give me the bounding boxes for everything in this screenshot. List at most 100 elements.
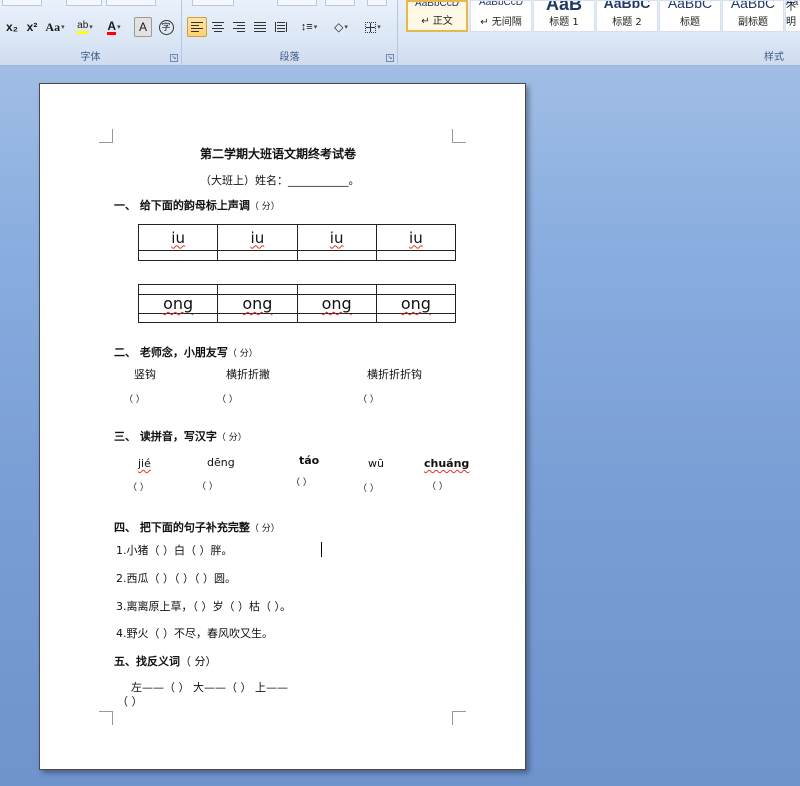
grid-cell xyxy=(296,250,377,261)
numbering-button[interactable] xyxy=(192,0,234,6)
grid-cell xyxy=(375,313,457,323)
subscript-button[interactable]: x₂ xyxy=(2,17,22,37)
align-right-icon xyxy=(233,22,245,32)
style-name: 标题 2 xyxy=(612,17,642,28)
margin-corner-mark xyxy=(452,129,466,143)
section-heading-text: 一、 给下面的韵母标上声调 xyxy=(114,199,250,212)
answer-blank: （ ） xyxy=(291,478,312,488)
stroke-label: 竖钩 xyxy=(134,368,156,381)
superscript-button[interactable]: x² xyxy=(22,17,42,37)
style-preview: AaBbCcD xyxy=(415,0,459,9)
indent-button[interactable] xyxy=(277,0,317,6)
paragraph-dialog-launcher-icon[interactable]: ↘ xyxy=(386,54,394,62)
highlight-icon: ab xyxy=(77,20,89,34)
grid-cell xyxy=(137,250,219,261)
styles-group-label: 样式 xyxy=(764,52,784,63)
grid-cell xyxy=(296,313,377,323)
pinyin-cell: iu xyxy=(296,224,377,251)
align-right-button[interactable] xyxy=(229,17,249,37)
chevron-down-icon: ▾ xyxy=(377,24,381,31)
borders-icon xyxy=(365,21,377,33)
chevron-down-icon: ▾ xyxy=(344,24,348,31)
grid-cell xyxy=(137,313,219,323)
align-left-button[interactable] xyxy=(187,17,207,37)
pinyin-prompt: dēng xyxy=(207,456,235,469)
section-heading-text: 二、 老师念，小朋友写 xyxy=(114,346,228,359)
answer-blank: （ ） xyxy=(124,395,145,405)
highlight-button[interactable]: ab ▾ xyxy=(70,17,100,37)
grid-cell xyxy=(217,313,298,323)
score-blank: （ 分） xyxy=(227,349,258,359)
change-case-label: Aa xyxy=(45,19,61,34)
style-tile-heading-2[interactable]: AaBbC 标题 2 xyxy=(596,0,658,32)
score-blank: （ 分） xyxy=(249,524,280,534)
enclose-chars-icon: 字 xyxy=(158,19,174,35)
style-name: ↵ 无间隔 xyxy=(480,17,522,28)
align-center-icon xyxy=(212,22,224,32)
change-case-button[interactable]: Aa ▾ xyxy=(42,17,68,37)
style-preview: AaBbC xyxy=(603,0,651,11)
answer-blank: （ ） xyxy=(427,482,448,492)
answer-blank: （ ） xyxy=(197,482,218,492)
distributed-icon xyxy=(275,22,287,32)
grow-font-button[interactable] xyxy=(66,0,102,6)
chevron-down-icon: ▾ xyxy=(61,24,65,31)
sort-button[interactable] xyxy=(325,0,355,6)
text-cursor xyxy=(321,542,322,557)
paint-bucket-icon: ◇ xyxy=(334,20,344,34)
style-tile-subtitle[interactable]: AaBbC 副标题 xyxy=(722,0,784,32)
stroke-label: 横折折折钩 xyxy=(367,368,422,381)
grid-cell xyxy=(375,250,457,261)
style-tile-no-spacing[interactable]: AaBbCcD ↵ 无间隔 xyxy=(470,0,532,32)
distributed-button[interactable] xyxy=(271,17,291,37)
doc-title: 第二学期大班语文期终考试卷 xyxy=(200,147,357,161)
pinyin-text: iu xyxy=(250,228,265,247)
line-spacing-icon: ↕≡ xyxy=(300,21,313,33)
pinyin-text: iu xyxy=(329,228,344,247)
show-marks-button[interactable] xyxy=(367,0,387,6)
align-center-button[interactable] xyxy=(208,17,228,37)
pinyin-text: ong xyxy=(400,294,431,313)
score-blank: （ 分） xyxy=(180,655,217,668)
borders-button[interactable]: ▾ xyxy=(358,17,388,37)
font-group-label: 字体 xyxy=(80,52,101,63)
grid-cell xyxy=(217,250,298,261)
style-name: 标题 xyxy=(680,17,700,28)
style-name: 标题 1 xyxy=(549,17,579,28)
pinyin-text: ong xyxy=(242,294,273,313)
enclose-chars-button[interactable]: 字 xyxy=(156,17,176,37)
style-name: 副标题 xyxy=(738,17,768,28)
char-shading-button[interactable]: A xyxy=(134,17,152,37)
pinyin-prompt: táo xyxy=(299,454,320,467)
sentence-line: 1.小猪（ ）白（ ）胖。 xyxy=(116,544,233,557)
grid-cell xyxy=(137,284,219,295)
style-name: 不明 xyxy=(786,2,796,28)
section-heading: 一、 给下面的韵母标上声调（ 分） xyxy=(114,199,280,214)
document-page[interactable]: 第二学期大班语文期终考试卷 （大班上）姓名：___________。 一、 给下… xyxy=(39,83,526,770)
clear-format-button[interactable] xyxy=(106,0,156,6)
section-heading-text: 四、 把下面的句子补充完整 xyxy=(114,521,250,534)
justify-icon xyxy=(254,22,266,32)
style-tile-title[interactable]: AaBbC 标题 xyxy=(659,0,721,32)
pinyin-text: iu xyxy=(171,228,185,247)
pinyin-cell: ong xyxy=(296,294,377,314)
font-size-box[interactable] xyxy=(2,0,42,6)
pinyin-text: iu xyxy=(409,228,423,247)
justify-button[interactable] xyxy=(250,17,270,37)
doc-subtitle: （大班上）姓名：___________。 xyxy=(200,174,360,187)
style-tile-normal[interactable]: AaBbCcD ↵ 正文 xyxy=(406,0,468,32)
pinyin-cell: ong xyxy=(217,294,298,314)
line-spacing-button[interactable]: ↕≡ ▾ xyxy=(294,17,324,37)
pinyin-text: ong xyxy=(321,294,352,313)
font-group: x₂ x² Aa ▾ ab ▾ A ▾ A 字 字体 ↘ xyxy=(0,0,182,66)
sentence-line: 3.离离原上草，（ ）岁（ ）枯（ ）。 xyxy=(116,600,291,613)
score-blank: （ 分） xyxy=(216,433,247,443)
chevron-down-icon: ▾ xyxy=(89,24,93,31)
style-tile-subtle[interactable]: Aa 不明 xyxy=(785,0,800,32)
font-color-button[interactable]: A ▾ xyxy=(100,17,128,37)
style-tile-heading-1[interactable]: AaB 标题 1 xyxy=(533,0,595,32)
pinyin-cell: ong xyxy=(375,294,457,314)
shading-button[interactable]: ◇ ▾ xyxy=(326,17,356,37)
font-dialog-launcher-icon[interactable]: ↘ xyxy=(170,54,178,62)
score-blank: （ 分） xyxy=(249,202,280,212)
